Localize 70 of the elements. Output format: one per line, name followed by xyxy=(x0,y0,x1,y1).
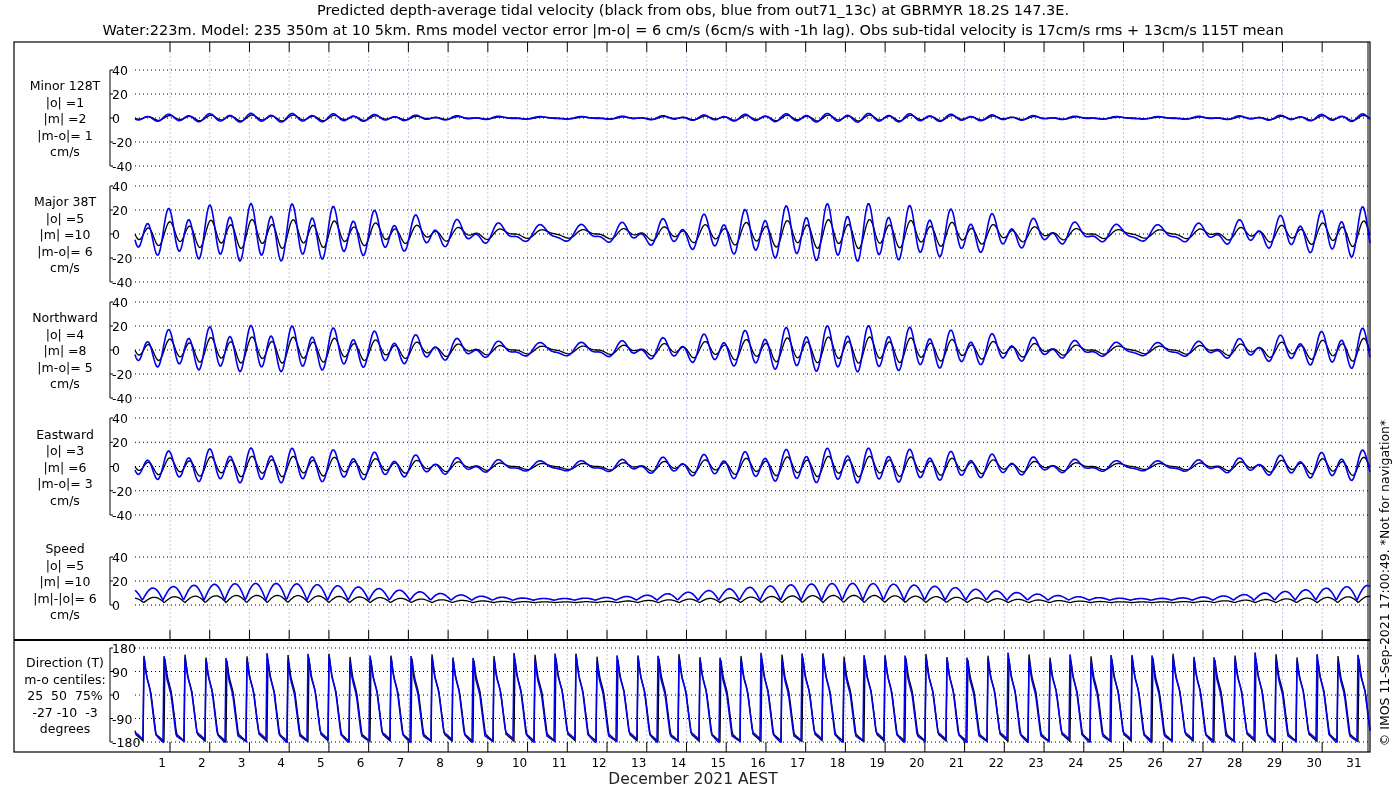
axis-tick-label: 26 xyxy=(1147,756,1163,770)
axis-tick-label: 30 xyxy=(1306,756,1322,770)
axis-tick-label: -20 xyxy=(112,367,133,382)
axis-tick-label: 40 xyxy=(112,63,128,78)
axis-tick-label: -40 xyxy=(112,159,133,174)
panel-label: Major 38T |o| =5 |m| =10 |m-o|= 6 cm/s xyxy=(33,194,97,275)
axis-tick-label: 10 xyxy=(511,756,528,770)
axis-tick-label: -20 xyxy=(112,135,133,150)
axis-tick-label: -40 xyxy=(112,508,133,523)
title-text: Predicted depth-average tidal velocity (black from obs, blue from out71_13c) at GBRMYR 18.2S 147.3E. xyxy=(316,2,1070,18)
axis-tick-label: 20 xyxy=(112,319,128,334)
axis-tick-label: 18 xyxy=(829,756,846,770)
panel-label: Minor 128T |o| =1 |m| =2 |m-o|= 1 cm/s xyxy=(29,78,101,159)
axis-tick-label: 5 xyxy=(317,756,325,770)
axis-tick-label: 9 xyxy=(476,756,484,770)
axis-tick-label: 31 xyxy=(1346,756,1362,770)
axis-tick-label: 90 xyxy=(112,664,128,680)
axis-tick-label: 25 xyxy=(1107,756,1124,770)
axis-tick-label: 8 xyxy=(436,756,444,770)
axis-tick-label: 28 xyxy=(1227,756,1243,770)
axis-tick-label: -40 xyxy=(112,391,133,406)
axis-tick-label: 20 xyxy=(112,87,128,102)
axis-tick-label: 13 xyxy=(631,756,647,770)
axis-tick-label: 180 xyxy=(112,641,136,656)
axis-tick-label: 0 xyxy=(112,688,120,703)
axis-tick-label: 20 xyxy=(112,203,128,218)
axis-title: December 2021 AEST xyxy=(608,770,778,788)
axis-tick-label: 4 xyxy=(277,756,285,770)
axis-tick-label: 20 xyxy=(909,756,925,770)
axis-tick-label: -20 xyxy=(112,483,133,499)
y-axis xyxy=(109,556,114,606)
axis-tick-label: 3 xyxy=(237,756,246,770)
axis-tick-label: -90 xyxy=(112,711,133,727)
axis-tick-label: 27 xyxy=(1187,756,1203,770)
axis-tick-label: -40 xyxy=(112,275,133,290)
title-text: Water:223m. Model: 235 350m at 10 5km. Rms model vector error |m-o| = 6 cm/s (6cm/s with -1h lag). Obs sub-tidal velocity is 17cm/s rms + 13cm/s 115T mean xyxy=(102,22,1284,38)
axis-tick-label: 17 xyxy=(790,756,806,770)
axis-tick-label: 0 xyxy=(112,598,120,613)
axis-tick-label: 15 xyxy=(710,756,726,770)
axis-tick-label: 40 xyxy=(112,550,128,565)
axis-tick-label: 40 xyxy=(112,179,128,194)
axis-tick-label: 29 xyxy=(1266,756,1283,770)
axis-tick-label: -20 xyxy=(112,251,133,266)
axis-tick-label: 0 xyxy=(112,343,120,358)
axis-tick-label: 11 xyxy=(551,756,567,770)
axis-tick-label: 40 xyxy=(112,411,128,426)
axis-tick-label: 16 xyxy=(750,756,766,770)
axis-tick-label: 20 xyxy=(112,435,128,451)
axis-tick-label: 22 xyxy=(988,756,1004,770)
axis-tick-label: 23 xyxy=(1028,756,1044,770)
axis-tick-label: 0 xyxy=(112,459,120,475)
axis-tick-label: 7 xyxy=(396,756,405,770)
axis-tick-label: 14 xyxy=(670,756,687,770)
axis-tick-label: 0 xyxy=(112,111,120,126)
axis-tick-label: 2 xyxy=(197,756,206,770)
panel-label: Northward |o| =4 |m| =8 |m-o|= 5 cm/s xyxy=(32,310,98,391)
panel-label: Direction (T) m-o centiles: 25 50 75% -27 -10 -3 degrees xyxy=(24,655,106,736)
axis-tick-label: -180 xyxy=(112,735,141,750)
axis-tick-label: 20 xyxy=(112,574,128,589)
panel-label: Eastward |o| =3 |m| =6 |m-o|= 3 cm/s xyxy=(36,426,94,508)
axis-tick-label: 19 xyxy=(869,756,885,770)
axis-tick-label: 6 xyxy=(356,756,365,770)
axis-tick-label: 0 xyxy=(112,227,120,242)
axis-tick-label: 24 xyxy=(1068,756,1084,770)
credit-text: © IMOS 11-Sep-2021 17:00:49. *Not for navigation* xyxy=(1377,419,1392,747)
axis-tick-label: 40 xyxy=(112,295,128,310)
panel-label: Speed |o| =5 |m| =10 |m|-|o|= 6 cm/s xyxy=(33,541,97,622)
axis-tick-label: 12 xyxy=(591,756,607,770)
axis-tick-label: 1 xyxy=(158,756,166,770)
axis-tick-label: 21 xyxy=(948,756,965,770)
